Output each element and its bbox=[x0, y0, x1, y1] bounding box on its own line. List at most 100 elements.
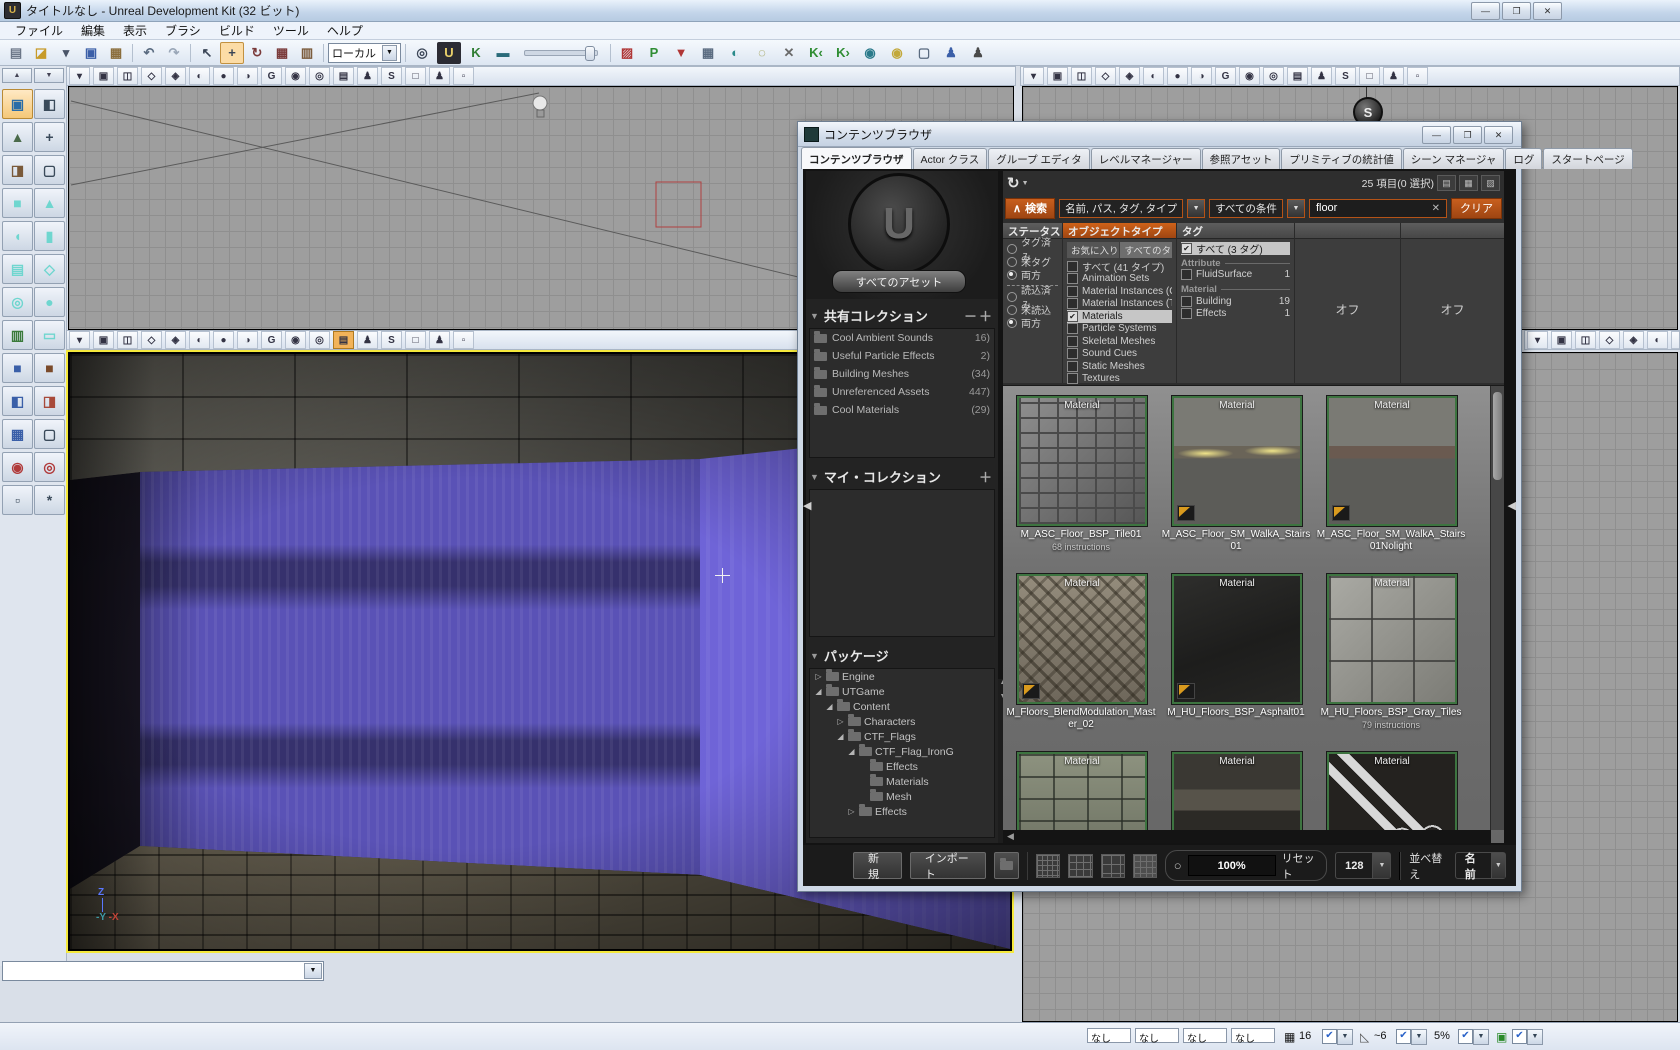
wireframe-mode-icon[interactable]: ◈ bbox=[1623, 331, 1644, 349]
square-sel-icon[interactable]: □ bbox=[1359, 67, 1380, 85]
csg-add-button[interactable]: ■ bbox=[2, 353, 33, 383]
maximize-button[interactable]: ❐ bbox=[1502, 2, 1531, 20]
tree-expand-icon[interactable]: ◢ bbox=[825, 702, 834, 711]
tags-column-header[interactable]: タグ bbox=[1177, 223, 1294, 239]
thumb-size-medium-icon[interactable] bbox=[1068, 854, 1092, 878]
asset-vertical-scrollbar[interactable] bbox=[1490, 386, 1504, 830]
sound-toggle-icon[interactable]: S bbox=[381, 67, 402, 85]
save-all-icon[interactable]: ▦ bbox=[104, 42, 128, 64]
unlit-mode-icon[interactable]: ◐ bbox=[1143, 67, 1164, 85]
collection-item[interactable]: Cool Materials (29) bbox=[810, 401, 994, 419]
package-tree-item[interactable]: Materials bbox=[810, 774, 994, 789]
collapse-triangle-icon[interactable]: ▼ bbox=[810, 472, 819, 482]
radio-icon[interactable] bbox=[1007, 244, 1017, 254]
wireframe-mode-icon[interactable]: ◈ bbox=[1119, 67, 1140, 85]
checkbox-icon[interactable] bbox=[1181, 308, 1192, 319]
cb-maximize-button[interactable]: ❐ bbox=[1453, 126, 1482, 144]
tag-checkbox-row[interactable]: Effects1 bbox=[1181, 308, 1290, 321]
thumbnail-view-icon[interactable]: ▦ bbox=[1459, 175, 1478, 191]
scope-dropdown-icon[interactable]: ▼ bbox=[1187, 199, 1205, 218]
checkbox-icon[interactable] bbox=[1067, 361, 1078, 372]
game-view-icon[interactable]: G bbox=[1215, 67, 1236, 85]
texture-align-button[interactable]: ◨ bbox=[2, 155, 33, 185]
geometry-mode-button[interactable]: ◧ bbox=[34, 89, 65, 119]
unlit-mode-icon[interactable]: ◐ bbox=[189, 331, 210, 349]
asset-tile[interactable]: Material M_Floors_BlendModulation_Master… bbox=[1017, 574, 1145, 732]
tab[interactable]: スタートページ bbox=[1543, 148, 1632, 169]
scale-snap-dropdown[interactable]: ▼ bbox=[1473, 1029, 1489, 1045]
player-preview-icon[interactable]: ♟ bbox=[357, 67, 378, 85]
brush-polys-icon[interactable]: ▨ bbox=[615, 42, 639, 64]
grid-toggle-icon[interactable]: ▫ bbox=[1407, 67, 1428, 85]
checkbox-icon[interactable] bbox=[1067, 336, 1078, 347]
scroll-left-icon[interactable]: ◀ bbox=[1003, 831, 1014, 842]
object-type-checkbox-row[interactable]: Materials bbox=[1067, 310, 1172, 323]
sort-combo[interactable]: 名前 ▼ bbox=[1455, 852, 1506, 879]
open-dropdown-icon[interactable]: ▾ bbox=[54, 42, 78, 64]
package-tree-item[interactable]: ◢ CTF_Flag_IronG bbox=[810, 744, 994, 759]
kismet-debug-fwd-icon[interactable]: K› bbox=[831, 42, 855, 64]
radio-icon[interactable] bbox=[1007, 318, 1017, 328]
scale-tool-icon[interactable]: ▦ bbox=[270, 42, 294, 64]
build-paths-icon[interactable]: ◌ bbox=[750, 42, 774, 64]
rotation-snap-dropdown[interactable]: ▼ bbox=[1411, 1029, 1427, 1045]
chevron-down-icon[interactable]: ▼ bbox=[382, 45, 397, 61]
game-view-icon[interactable]: G bbox=[261, 67, 282, 85]
scale-nonuniform-tool-icon[interactable]: ▥ bbox=[295, 42, 319, 64]
search-label[interactable]: ∧検索 bbox=[1005, 198, 1055, 219]
kismet-icon[interactable]: K bbox=[464, 42, 488, 64]
collapse-triangle-icon[interactable]: ▼ bbox=[810, 651, 819, 661]
tag-checkbox-row[interactable]: Building19 bbox=[1181, 295, 1290, 308]
actor-walk-icon[interactable]: ♟ bbox=[1383, 67, 1404, 85]
menu-item[interactable]: ビルド bbox=[210, 22, 264, 39]
download-icon[interactable]: ▼ bbox=[669, 42, 693, 64]
content-browser-icon[interactable]: U bbox=[437, 42, 461, 64]
tag-checkbox-row[interactable]: FluidSurface1 bbox=[1181, 269, 1290, 282]
lit-mode-icon[interactable]: ● bbox=[213, 331, 234, 349]
player-preview-icon[interactable]: ♟ bbox=[357, 331, 378, 349]
open-map-icon[interactable]: ◪ bbox=[29, 42, 53, 64]
hide-selected-button[interactable]: ◎ bbox=[34, 452, 65, 482]
asset-tile[interactable]: Material M_HU_Floors_BSP_Gray_Tiles79 in… bbox=[1327, 574, 1455, 732]
wireframe-mode-icon[interactable]: ◈ bbox=[165, 67, 186, 85]
thumb-size-large-icon[interactable] bbox=[1101, 854, 1125, 878]
builder-cube-button[interactable]: ■ bbox=[2, 188, 33, 218]
builder-spiral-stairs-button[interactable]: ◎ bbox=[2, 287, 33, 317]
new-package-button[interactable]: 新規 bbox=[853, 852, 902, 879]
tab[interactable]: Actor クラス bbox=[913, 148, 988, 169]
actor-walk-icon[interactable]: ♟ bbox=[429, 67, 450, 85]
camera-icon[interactable]: ▤ bbox=[333, 331, 354, 349]
clear-search-x-icon[interactable]: ✕ bbox=[1432, 203, 1440, 214]
chevron-down-icon[interactable]: ▼ bbox=[1491, 853, 1505, 878]
lock-viewport-icon[interactable]: ◉ bbox=[1239, 67, 1260, 85]
thumb-size-xlarge-icon[interactable] bbox=[1133, 854, 1157, 878]
package-tree-item[interactable]: ◢ CTF_Flags bbox=[810, 729, 994, 744]
cb-minimize-button[interactable]: — bbox=[1422, 126, 1451, 144]
object-selection-combobox[interactable]: ▼ bbox=[2, 961, 324, 981]
wire-cube-icon[interactable]: ◫ bbox=[117, 67, 138, 85]
radio-icon[interactable] bbox=[1007, 292, 1017, 302]
csg-intersect-button[interactable]: ◧ bbox=[2, 386, 33, 416]
far-clip-slider[interactable] bbox=[524, 50, 598, 56]
brush-poly-icon[interactable]: ◇ bbox=[1095, 67, 1116, 85]
collapse-right-panel-icon[interactable]: ◀ bbox=[1508, 499, 1516, 512]
csg-deintersect-button[interactable]: ◨ bbox=[34, 386, 65, 416]
checkbox-icon[interactable] bbox=[1067, 261, 1078, 272]
play-mobile-icon[interactable]: ♟ bbox=[966, 42, 990, 64]
clear-filter-button[interactable]: クリア bbox=[1451, 198, 1502, 219]
object-type-checkbox-row[interactable]: Skeletal Meshes bbox=[1067, 335, 1172, 348]
chevron-up-icon[interactable]: ∧ bbox=[1013, 202, 1021, 215]
object-type-column-header[interactable]: オブジェクトタイプ bbox=[1063, 223, 1176, 239]
add-static-mesh-button[interactable]: ▢ bbox=[34, 419, 65, 449]
tab[interactable]: コンテンツブラウザ bbox=[801, 147, 912, 169]
tree-expand-icon[interactable]: ▷ bbox=[836, 717, 845, 726]
detail-view-icon[interactable]: ▨ bbox=[1481, 175, 1500, 191]
maximize-viewport-icon[interactable]: ▣ bbox=[93, 331, 114, 349]
collection-item[interactable]: Building Meshes (34) bbox=[810, 365, 994, 383]
unlit-mode-icon[interactable]: ◐ bbox=[1647, 331, 1668, 349]
checkbox-icon[interactable] bbox=[1067, 311, 1078, 322]
refresh-icon[interactable]: ↻ bbox=[1007, 174, 1020, 192]
collection-item[interactable]: Unreferenced Assets 447) bbox=[810, 383, 994, 401]
builder-cone-button[interactable]: ▲ bbox=[34, 188, 65, 218]
coordinate-system-combo[interactable]: ローカル▼ bbox=[328, 43, 401, 63]
